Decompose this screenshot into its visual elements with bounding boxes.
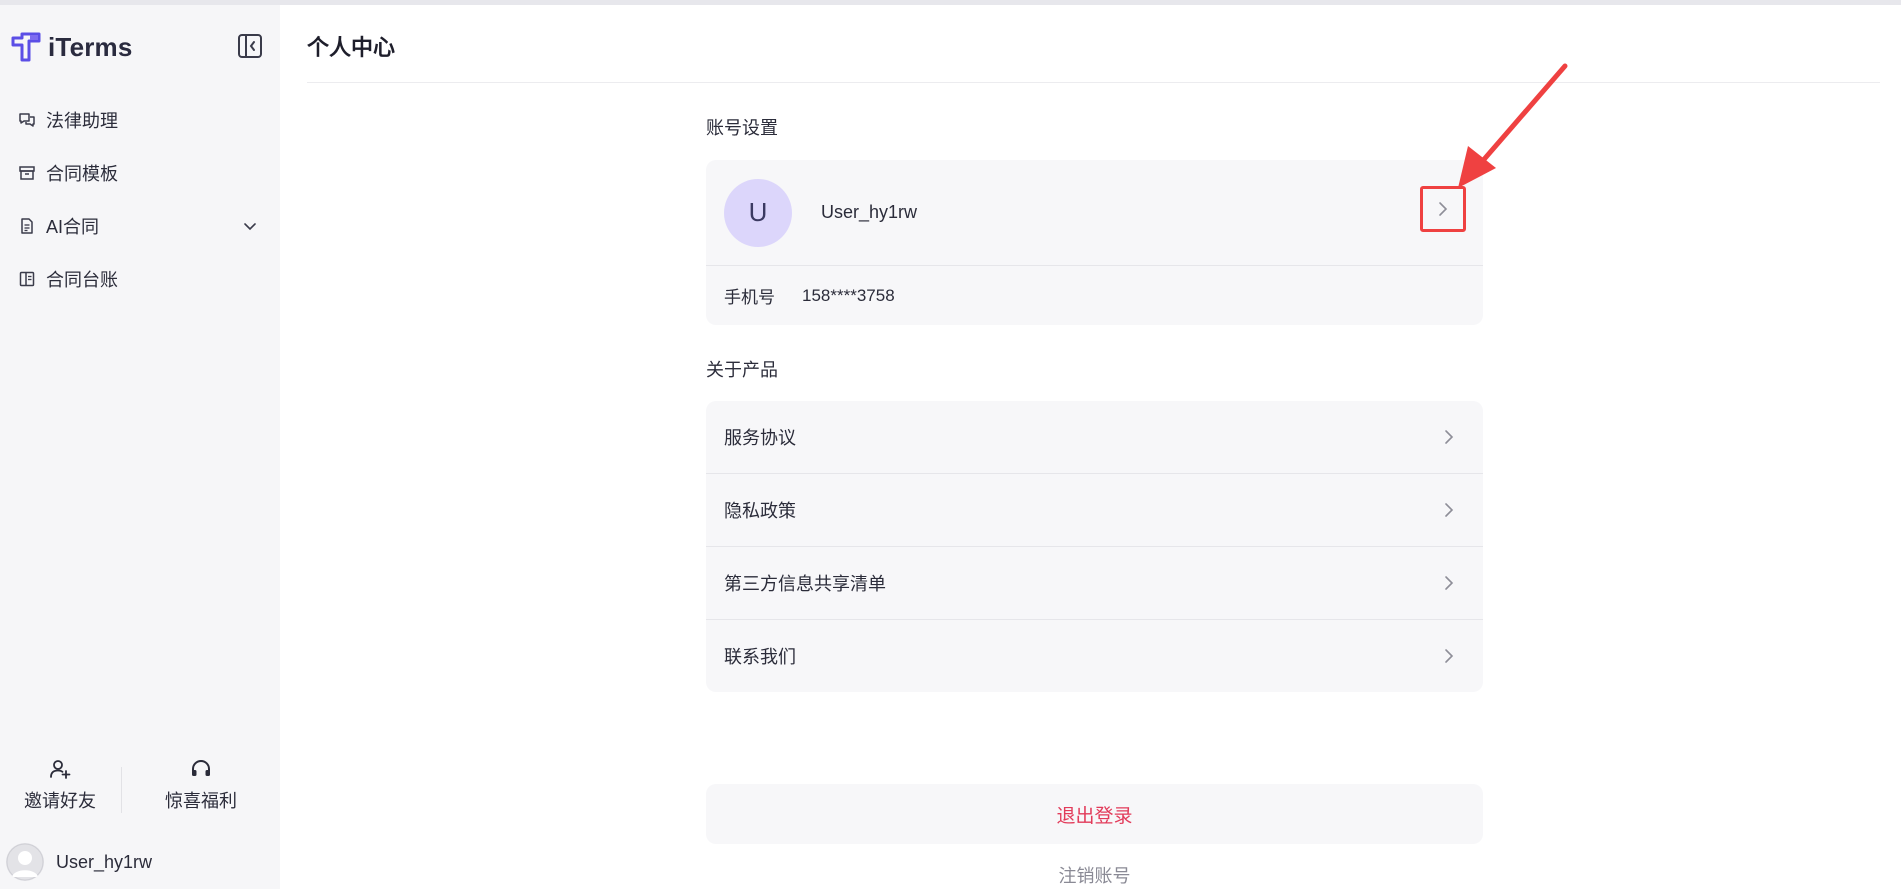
about-product-heading: 关于产品 — [706, 360, 778, 380]
headset-icon — [192, 760, 210, 776]
iterms-logo-icon — [11, 32, 41, 62]
phone-row: 手机号 158****3758 — [706, 266, 1483, 325]
chevron-down-icon[interactable] — [242, 218, 258, 234]
profile-username: User_hy1rw — [821, 202, 918, 222]
sidebar-item-legal-assistant[interactable]: 法律助理 — [0, 93, 280, 146]
title-divider — [307, 82, 1880, 83]
cancel-account-link[interactable]: 注销账号 — [706, 862, 1483, 888]
sidebar-item-label: 法律助理 — [46, 110, 118, 131]
sidebar-collapse-icon[interactable] — [237, 33, 263, 59]
app-logo[interactable]: iTerms — [10, 31, 133, 63]
invite-friends-label: 邀请好友 — [24, 791, 96, 811]
add-user-icon — [50, 760, 71, 779]
sidebar-username: User_hy1rw — [56, 851, 153, 872]
archive-box-icon — [19, 165, 35, 180]
chevron-right-icon — [1439, 202, 1448, 216]
list-item-third-party-sharing[interactable]: 第三方信息共享清单 — [706, 547, 1483, 620]
list-item-label: 联系我们 — [724, 647, 796, 667]
default-avatar-icon — [6, 843, 44, 881]
list-item-contact-us[interactable]: 联系我们 — [706, 620, 1483, 692]
app-name: iTerms — [48, 31, 133, 62]
profile-open-button[interactable] — [1420, 186, 1466, 232]
avatar: U — [724, 178, 792, 247]
sidebar-nav: 法律助理 合同模板 AI合同 合同台账 — [0, 93, 280, 305]
sidebar-item-contract-templates[interactable]: 合同模板 — [0, 146, 280, 199]
surprise-bonus-label: 惊喜福利 — [165, 791, 237, 811]
logout-button[interactable]: 退出登录 — [706, 784, 1483, 844]
top-border — [0, 0, 1901, 5]
ledger-icon — [19, 271, 35, 286]
sidebar-item-label: AI合同 — [46, 216, 100, 237]
actions-divider — [121, 767, 122, 813]
chevron-right-icon — [1445, 576, 1454, 590]
list-item-service-agreement[interactable]: 服务协议 — [706, 401, 1483, 474]
phone-value: 158****3758 — [802, 285, 895, 305]
sidebar-item-label: 合同台账 — [46, 269, 118, 290]
sidebar: iTerms 法律助理 合同模板 AI合同 合同台账 邀请好友 惊喜福利 Use… — [0, 5, 280, 889]
profile-row[interactable]: U User_hy1rw — [706, 160, 1483, 266]
sidebar-item-ai-contract[interactable]: AI合同 — [0, 199, 280, 252]
avatar — [6, 843, 44, 881]
surprise-bonus-button[interactable]: 惊喜福利 — [141, 757, 261, 813]
sidebar-item-label: 合同模板 — [46, 163, 118, 184]
document-icon — [21, 217, 33, 234]
chevron-right-icon — [1445, 503, 1454, 517]
phone-label: 手机号 — [724, 288, 775, 307]
list-item-privacy-policy[interactable]: 隐私政策 — [706, 474, 1483, 547]
sidebar-item-contract-ledger[interactable]: 合同台账 — [0, 252, 280, 305]
chevron-right-icon — [1445, 649, 1454, 663]
account-settings-heading: 账号设置 — [706, 118, 778, 138]
sidebar-user[interactable]: User_hy1rw — [6, 843, 152, 881]
list-item-label: 第三方信息共享清单 — [724, 574, 886, 594]
list-item-label: 服务协议 — [724, 428, 796, 448]
about-card: 服务协议 隐私政策 第三方信息共享清单 联系我们 — [706, 401, 1483, 692]
page-title: 个人中心 — [307, 35, 396, 60]
account-card: U User_hy1rw 手机号 158****3758 — [706, 160, 1483, 325]
sidebar-actions: 邀请好友 惊喜福利 — [0, 757, 280, 827]
list-item-label: 隐私政策 — [724, 501, 796, 521]
chevron-right-icon — [1445, 430, 1454, 444]
chat-bubbles-icon — [19, 112, 35, 127]
invite-friends-button[interactable]: 邀请好友 — [0, 757, 120, 813]
